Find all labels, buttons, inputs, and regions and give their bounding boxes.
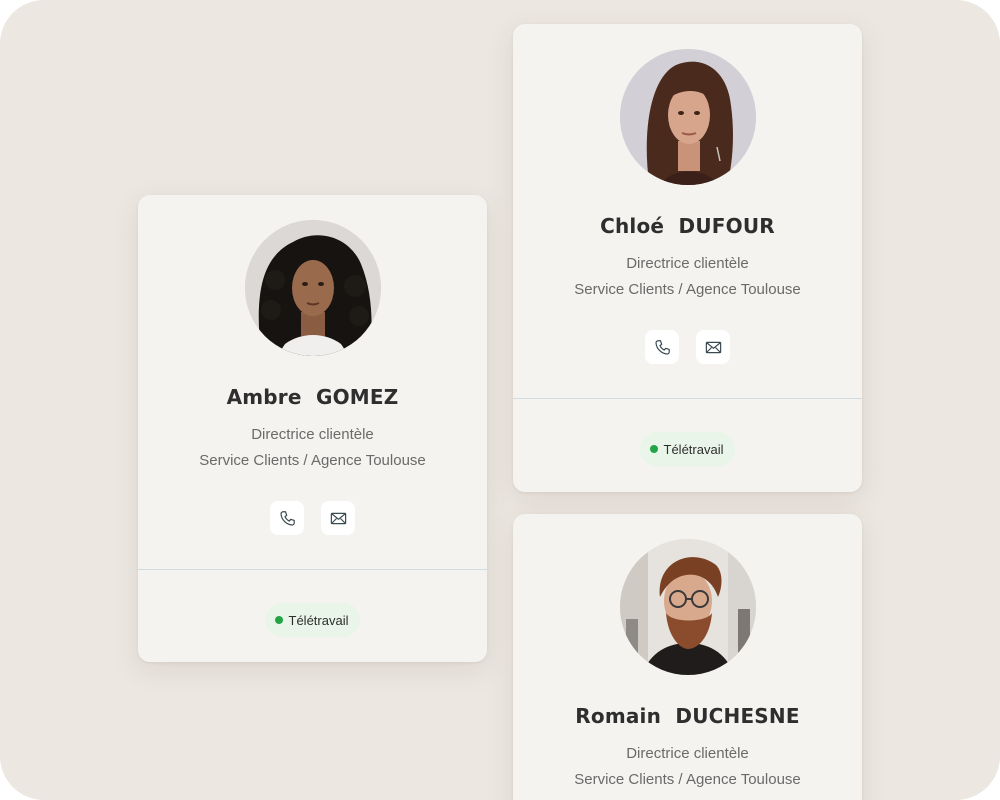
department: Service Clients / Agence Toulouse: [199, 452, 426, 469]
canvas-background: Ambre GOMEZ Directrice clientèle Service…: [0, 0, 1000, 800]
person-name: Chloé DUFOUR: [513, 214, 862, 238]
person-name: Ambre GOMEZ: [138, 385, 487, 409]
status-badge: Télétravail: [264, 603, 361, 637]
card-divider: [138, 569, 487, 570]
card-divider: [513, 398, 862, 399]
status-dot-icon: [649, 445, 658, 453]
last-name: DUFOUR: [678, 214, 775, 238]
first-name: Chloé: [600, 214, 665, 238]
last-name: DUCHESNE: [675, 704, 800, 728]
avatar: [245, 220, 381, 356]
job-title: Directrice clientèle: [251, 426, 374, 443]
job-title: Directrice clientèle: [626, 745, 749, 762]
status-dot-icon: [274, 616, 283, 624]
department: Service Clients / Agence Toulouse: [574, 281, 801, 298]
email-button[interactable]: [696, 330, 730, 364]
mail-icon: [705, 341, 721, 353]
status-badge: Télétravail: [639, 432, 736, 466]
profile-card-chloe-dufour: Chloé DUFOUR Directrice clientèle Servic…: [513, 24, 862, 492]
contact-actions: [513, 330, 862, 364]
phone-button[interactable]: [270, 501, 304, 535]
department: Service Clients / Agence Toulouse: [574, 771, 801, 788]
avatar: [620, 49, 756, 185]
avatar: [620, 539, 756, 675]
first-name: Ambre: [226, 385, 302, 409]
job-title: Directrice clientèle: [626, 255, 749, 272]
phone-button[interactable]: [645, 330, 679, 364]
profile-card-romain-duchesne: Romain DUCHESNE Directrice clientèle Ser…: [513, 514, 862, 800]
profile-card-ambre-gomez: Ambre GOMEZ Directrice clientèle Service…: [138, 195, 487, 662]
phone-icon: [279, 510, 295, 526]
phone-icon: [654, 339, 670, 355]
status-label: Télétravail: [663, 441, 724, 457]
status-label: Télétravail: [288, 612, 349, 628]
person-name: Romain DUCHESNE: [513, 704, 862, 728]
email-button[interactable]: [321, 501, 355, 535]
mail-icon: [330, 512, 346, 524]
first-name: Romain: [575, 704, 662, 728]
last-name: GOMEZ: [315, 385, 399, 409]
contact-actions: [138, 501, 487, 535]
